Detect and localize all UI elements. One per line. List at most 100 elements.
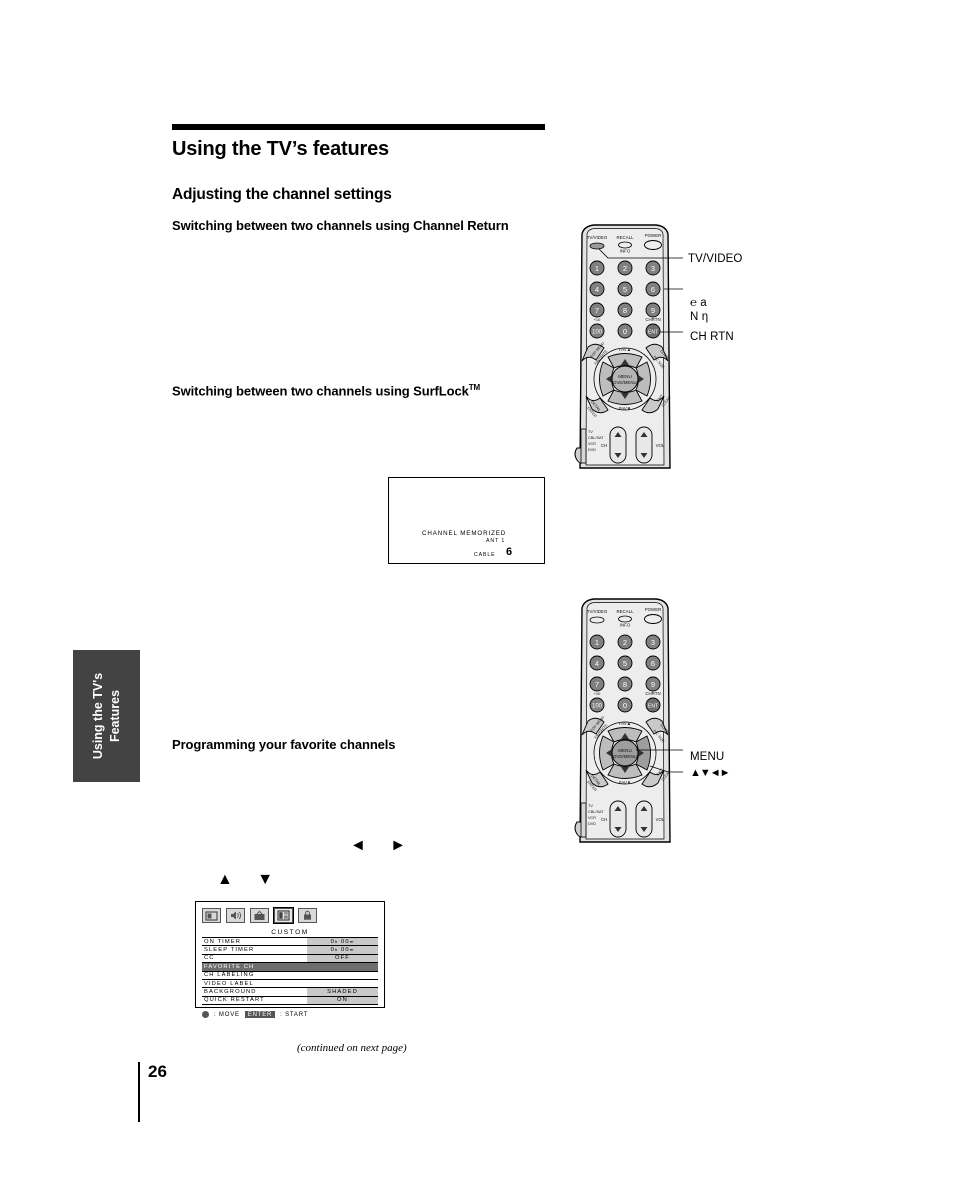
svg-text:DVD: DVD bbox=[588, 448, 596, 452]
osd-row-value: 0ₕ 00ₘ bbox=[307, 946, 378, 954]
tv-screen-message: CHANNEL MEMORIZED bbox=[422, 530, 507, 537]
svg-text:FAV▼: FAV▼ bbox=[619, 406, 631, 411]
osd-row-favorite-ch[interactable]: FAVORITE CH bbox=[202, 963, 378, 972]
osd-row-background[interactable]: BACKGROUND SHADED bbox=[202, 988, 378, 997]
svg-text:ENT: ENT bbox=[648, 329, 658, 335]
svg-text:DVD/MENU: DVD/MENU bbox=[613, 754, 636, 759]
callout-channel-numbers-line1: ℮ a bbox=[690, 297, 707, 309]
svg-text:4: 4 bbox=[595, 285, 599, 294]
osd-row-value bbox=[307, 980, 378, 987]
osd-row-label: FAVORITE CH bbox=[204, 963, 255, 970]
picture-icon[interactable] bbox=[202, 908, 221, 923]
continued-note: (continued on next page) bbox=[297, 1042, 407, 1054]
osd-start-label: : START bbox=[280, 1011, 309, 1018]
svg-text:3: 3 bbox=[651, 264, 655, 273]
osd-row-value: SHADED bbox=[307, 988, 378, 996]
svg-text:2: 2 bbox=[623, 264, 627, 273]
svg-text:+10: +10 bbox=[594, 317, 602, 322]
osd-row-label: CH LABELING bbox=[204, 972, 255, 979]
svg-text:8: 8 bbox=[623, 680, 627, 689]
callout-ch-rtn: CH RTN bbox=[690, 331, 734, 343]
osd-row-label: CC bbox=[204, 955, 215, 962]
svg-text:VOL: VOL bbox=[656, 443, 665, 448]
remote-control-top-illustration: TV/VIDEO RECALL INFO POWER 1 2 3 4 5 6 7… bbox=[568, 224, 683, 474]
subheading-channel-return: Switching between two channels using Cha… bbox=[172, 218, 509, 233]
osd-row-on-timer[interactable]: ON TIMER 0ₕ 00ₘ bbox=[202, 938, 378, 947]
callout-direction-pad: ▲▼◄► bbox=[690, 767, 731, 779]
title-rule bbox=[172, 124, 545, 130]
svg-text:MENU: MENU bbox=[618, 374, 632, 379]
svg-text:POWER: POWER bbox=[645, 607, 662, 612]
tv-screen-channel: 6 bbox=[506, 546, 513, 558]
page-number-rule bbox=[138, 1062, 140, 1122]
svg-text:5: 5 bbox=[623, 659, 627, 668]
osd-enter-key[interactable]: ENTER bbox=[244, 1011, 276, 1019]
svg-text:0: 0 bbox=[623, 327, 627, 336]
lock-icon[interactable] bbox=[298, 908, 317, 923]
osd-row-sleep-timer[interactable]: SLEEP TIMER 0ₕ 00ₘ bbox=[202, 946, 378, 955]
osd-row-value bbox=[307, 972, 378, 979]
svg-text:4: 4 bbox=[595, 659, 599, 668]
callout-tv-video: TV/VIDEO bbox=[688, 253, 743, 265]
svg-text:RECALL: RECALL bbox=[616, 235, 634, 240]
osd-row-ch-labeling[interactable]: CH LABELING bbox=[202, 972, 378, 980]
svg-text:6: 6 bbox=[651, 659, 655, 668]
svg-text:1: 1 bbox=[595, 638, 599, 647]
osd-row-value bbox=[307, 963, 378, 970]
svg-text:0: 0 bbox=[623, 701, 627, 710]
svg-text:TV: TV bbox=[588, 430, 593, 434]
svg-text:VOL: VOL bbox=[656, 817, 665, 822]
svg-text:CBL/SAT: CBL/SAT bbox=[588, 810, 604, 814]
svg-text:7: 7 bbox=[595, 306, 599, 315]
side-tab-label: Using the TV's Features bbox=[90, 672, 122, 760]
svg-text:CHRTN: CHRTN bbox=[645, 691, 660, 696]
tv-screen-source: CABLE bbox=[474, 552, 496, 558]
svg-text:100: 100 bbox=[592, 330, 603, 336]
svg-text:CBL/SAT: CBL/SAT bbox=[588, 436, 604, 440]
svg-text:TV: TV bbox=[588, 804, 593, 808]
osd-row-label: BACKGROUND bbox=[204, 989, 257, 996]
callout-channel-numbers-line2: N η bbox=[690, 311, 709, 323]
channel-icon[interactable] bbox=[250, 908, 269, 923]
osd-custom-menu: CUSTOM ON TIMER 0ₕ 00ₘ SLEEP TIMER 0ₕ 00… bbox=[195, 901, 385, 1019]
page-number: 26 bbox=[148, 1062, 167, 1081]
osd-row-value: OFF bbox=[307, 954, 378, 963]
svg-text:VCR: VCR bbox=[588, 442, 596, 446]
osd-menu-rows: ON TIMER 0ₕ 00ₘ SLEEP TIMER 0ₕ 00ₘ CC OF… bbox=[202, 937, 378, 1006]
svg-text:9: 9 bbox=[651, 680, 655, 689]
osd-row-video-label[interactable]: VIDEO LABEL bbox=[202, 980, 378, 989]
svg-text:POWER: POWER bbox=[645, 233, 662, 238]
svg-text:CH: CH bbox=[601, 443, 607, 448]
svg-text:TV/VIDEO: TV/VIDEO bbox=[587, 609, 608, 614]
osd-icon-bar bbox=[202, 907, 378, 924]
osd-row-label: QUICK RESTART bbox=[204, 997, 265, 1004]
svg-text:TV/VIDEO: TV/VIDEO bbox=[587, 235, 608, 240]
callout-menu: MENU bbox=[690, 751, 725, 763]
osd-row-value: 0ₕ 00ₘ bbox=[307, 938, 378, 946]
svg-text:100: 100 bbox=[592, 704, 603, 710]
manual-page: Using the TV’s features Adjusting the ch… bbox=[0, 0, 954, 1188]
trademark-mark: TM bbox=[468, 383, 481, 392]
osd-row-label: VIDEO LABEL bbox=[204, 980, 254, 987]
osd-row-quick-restart[interactable]: QUICK RESTART ON bbox=[202, 996, 378, 1006]
svg-text:5: 5 bbox=[623, 285, 627, 294]
svg-text:2: 2 bbox=[623, 638, 627, 647]
subheading-surflock-text: Switching between two channels using Sur… bbox=[172, 383, 469, 399]
side-tab: Using the TV's Features bbox=[73, 650, 140, 782]
dpad-icon bbox=[202, 1011, 209, 1019]
svg-text:+10: +10 bbox=[594, 691, 602, 696]
svg-text:FAV▼: FAV▼ bbox=[619, 780, 631, 785]
custom-icon[interactable] bbox=[273, 907, 294, 924]
svg-text:1: 1 bbox=[595, 264, 599, 273]
osd-row-cc[interactable]: CC OFF bbox=[202, 954, 378, 964]
svg-text:6: 6 bbox=[651, 285, 655, 294]
svg-text:FAV▲: FAV▲ bbox=[619, 721, 631, 726]
osd-footer: : MOVE ENTER : START bbox=[202, 1011, 378, 1019]
audio-icon[interactable] bbox=[226, 908, 245, 923]
svg-text:INFO: INFO bbox=[620, 623, 631, 628]
svg-text:ENT: ENT bbox=[648, 703, 658, 709]
subheading-favorite-channels: Programming your favorite channels bbox=[172, 737, 396, 752]
up-down-arrow-icon: ▲ ▼ bbox=[217, 871, 284, 888]
osd-row-label: SLEEP TIMER bbox=[204, 947, 255, 954]
svg-text:DVD/MENU: DVD/MENU bbox=[613, 380, 636, 385]
